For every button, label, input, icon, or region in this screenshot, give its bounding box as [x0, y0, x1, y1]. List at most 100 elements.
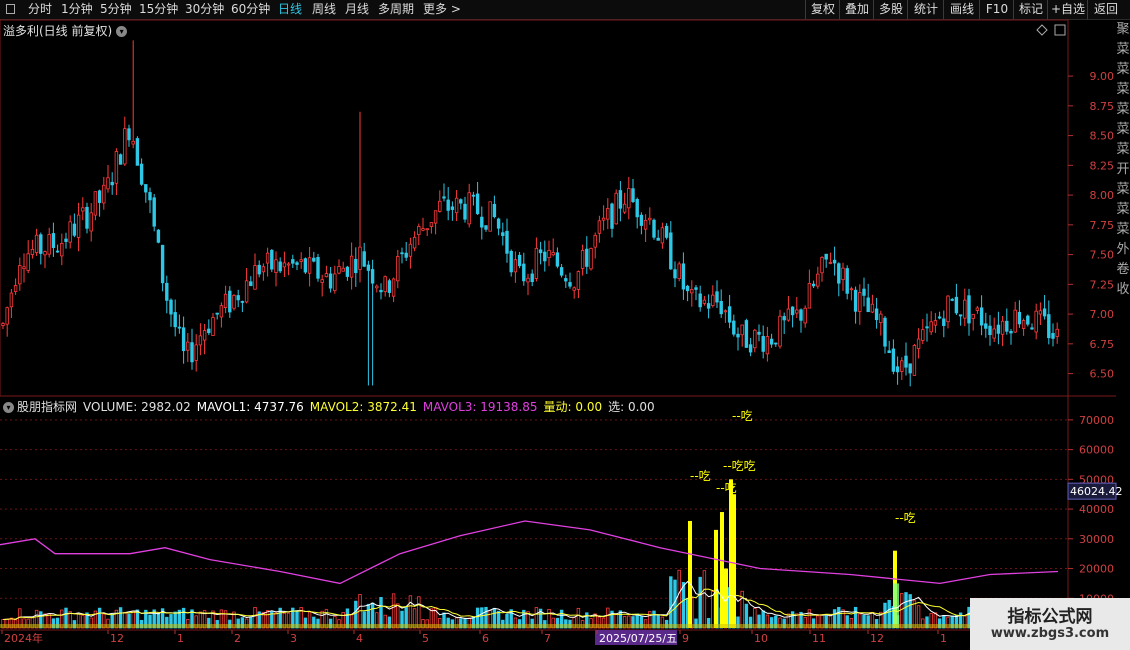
price-tick-label: 9.00 — [1090, 70, 1115, 83]
candle-body — [673, 269, 677, 279]
tab-monthly[interactable]: 月线 — [345, 0, 369, 19]
candle-body — [950, 298, 954, 301]
candle-body — [471, 194, 476, 197]
candle-body — [526, 277, 530, 283]
volume-bar — [538, 608, 543, 629]
volume-bar — [177, 609, 182, 629]
volume-bar — [677, 569, 681, 629]
window-icon[interactable] — [6, 4, 15, 14]
volume-bar — [866, 615, 870, 629]
candle-body — [366, 264, 371, 271]
date-tick-label: 2025/07/25/五 — [599, 632, 677, 645]
candle-body — [719, 300, 723, 315]
volume-bar — [114, 609, 119, 629]
candle-body — [475, 193, 480, 215]
tab-more[interactable]: 更多 > — [423, 0, 461, 19]
volume-bar — [131, 610, 135, 629]
candle-body — [505, 230, 509, 254]
volume-bar — [816, 615, 820, 629]
volume-bar — [900, 592, 904, 629]
candle-body — [769, 338, 774, 345]
tab-daily[interactable]: 日线 — [278, 0, 302, 19]
candle-body — [370, 269, 375, 284]
candle-body — [30, 248, 35, 255]
draw-line-button[interactable]: 画线 — [943, 0, 980, 19]
tab-5min[interactable]: 5分钟 — [100, 0, 132, 19]
candle-body — [463, 203, 467, 220]
fuquan-button[interactable]: 复权 — [805, 0, 840, 19]
overlay-button[interactable]: 叠加 — [839, 0, 874, 19]
volume-bar — [832, 609, 837, 629]
candle-body — [131, 140, 135, 145]
f10-button[interactable]: F10 — [979, 0, 1014, 19]
candle-body — [824, 253, 828, 260]
tab-weekly[interactable]: 周线 — [312, 0, 336, 19]
chevron-down-icon[interactable]: ▾ — [116, 26, 128, 37]
candle-body — [648, 217, 652, 221]
candle-body — [219, 305, 224, 318]
candle-body — [173, 312, 177, 328]
tab-fenshi[interactable]: 分时 — [28, 0, 52, 19]
volume-bar — [891, 606, 896, 629]
tab-15min[interactable]: 15分钟 — [139, 0, 178, 19]
volume-bar — [589, 618, 593, 629]
crosshair-date-box — [595, 630, 677, 645]
add-watchlist-button[interactable]: +自选 — [1047, 0, 1088, 19]
volume-bar — [118, 607, 123, 629]
candle-body — [152, 197, 156, 227]
volume-bar — [782, 618, 786, 629]
candle-body — [513, 259, 518, 273]
candle-body — [925, 326, 929, 329]
volume-bar — [135, 609, 140, 629]
volume-bar — [639, 616, 644, 629]
statistics-button[interactable]: 统计 — [907, 0, 944, 19]
volume-bar — [664, 619, 669, 629]
volume-bar — [148, 614, 152, 629]
candle-body — [55, 250, 60, 253]
kline-chart[interactable]: 9.00 8.75 8.50 8.25 8.00 7.75 7.50 7.25 7.00 6.75… — [0, 0, 1130, 650]
candle-body — [160, 244, 165, 284]
volume-bar — [215, 619, 219, 629]
volume-bar — [534, 607, 539, 629]
price-tick-label: 6.75 — [1090, 338, 1115, 351]
candle-body — [97, 190, 102, 203]
candle-body — [295, 262, 299, 265]
tab-60min[interactable]: 60分钟 — [231, 0, 270, 19]
chevron-down-icon[interactable]: ▾ — [3, 402, 14, 413]
signal-label: --吃吃 — [723, 459, 756, 473]
tab-multi-period[interactable]: 多周期 — [378, 0, 414, 19]
volume-bar — [870, 611, 875, 629]
tab-30min[interactable]: 30分钟 — [185, 0, 224, 19]
volume-bar — [232, 611, 236, 629]
volume-bar — [501, 619, 505, 629]
candle-body — [992, 328, 996, 339]
volume-bar — [711, 591, 715, 629]
mark-button[interactable]: 标记 — [1013, 0, 1048, 19]
tab-1min[interactable]: 1分钟 — [61, 0, 93, 19]
candle-body — [102, 184, 106, 204]
volume-bar — [669, 576, 673, 629]
volume-bar — [807, 609, 812, 629]
volume-bar — [748, 616, 753, 629]
volume-bar — [706, 617, 711, 629]
candle-body — [18, 265, 22, 285]
multi-stock-button[interactable]: 多股 — [873, 0, 908, 19]
candle-body — [883, 317, 887, 347]
volume-bar — [874, 619, 879, 629]
candle-body — [702, 299, 707, 304]
price-tick-label: 7.75 — [1090, 219, 1115, 232]
candle-body — [967, 295, 971, 324]
candle-body — [732, 320, 736, 335]
volume-bar — [354, 600, 358, 629]
candle-body — [64, 238, 68, 242]
date-tick-label: 1 — [940, 632, 947, 645]
candle-body — [1013, 309, 1017, 333]
volume-bar — [543, 620, 547, 629]
volume-bar — [685, 597, 690, 629]
back-button[interactable]: 返回 — [1087, 0, 1124, 19]
volume-bar — [72, 620, 77, 629]
volume-bar — [769, 617, 774, 629]
candle-body — [282, 262, 287, 268]
volume-bar — [841, 609, 845, 629]
volume-bar — [433, 607, 438, 629]
